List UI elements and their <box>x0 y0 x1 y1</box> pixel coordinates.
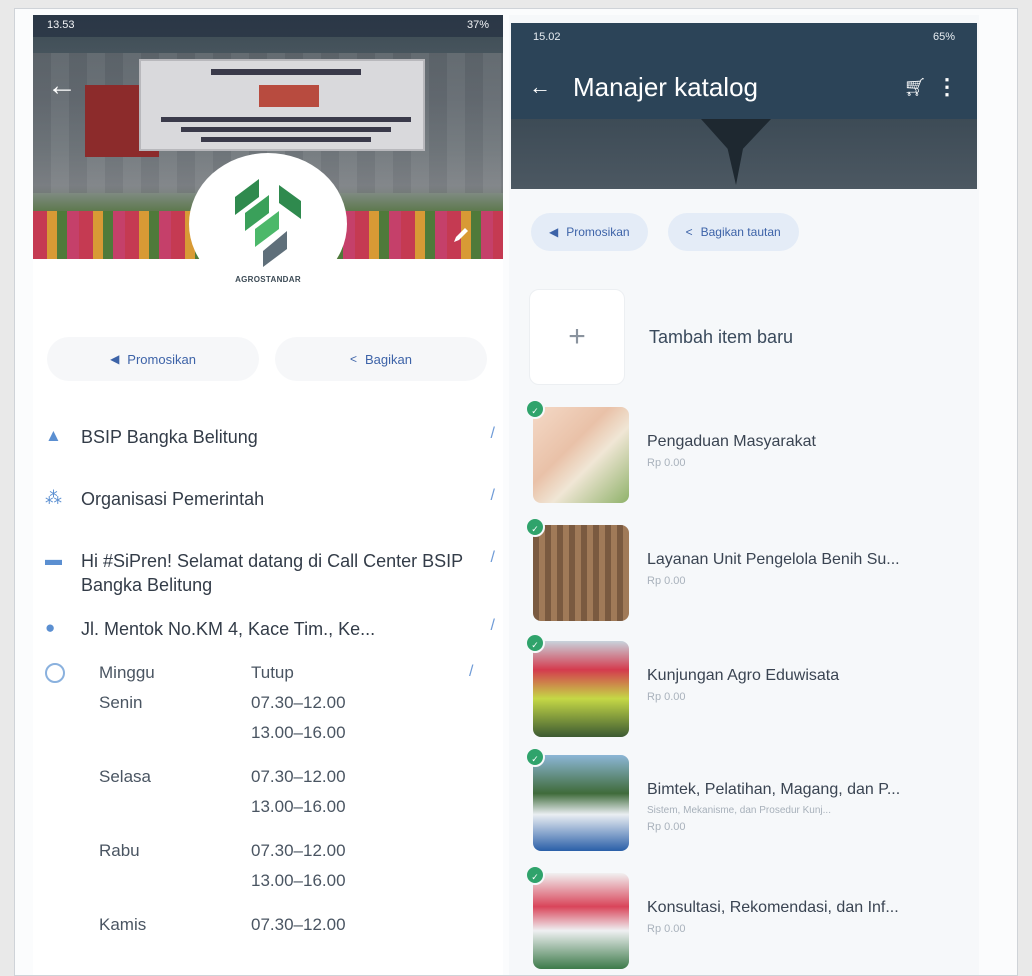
catalog-cover <box>511 119 977 189</box>
share-link-button[interactable]: < Bagikan tautan <box>667 213 799 251</box>
share-link-label: Bagikan tautan <box>700 225 781 239</box>
item-name: Bimtek, Pelatihan, Magang, dan P... <box>647 781 901 798</box>
business-category: Organisasi Pemerintah <box>81 489 265 509</box>
item-thumbnail <box>533 407 629 503</box>
agrostandar-logo-icon <box>235 179 301 267</box>
hours-row: 13.00–16.00 <box>251 871 346 890</box>
item-name: Konsultasi, Rekomendasi, dan Inf... <box>647 899 899 916</box>
hours-row: 13.00–16.00 <box>251 723 346 742</box>
cover-banner <box>139 59 425 151</box>
location-pin-icon: ● <box>45 618 56 637</box>
screenshot-frame: 13.53 37% ← AGROSTANDAR ◀ Promosikan < B… <box>14 8 1018 976</box>
status-badge: ✓ <box>525 517 545 537</box>
promote-button[interactable]: ◀ Promosikan <box>531 213 648 251</box>
status-badge: ✓ <box>525 633 545 653</box>
business-hours[interactable]: / Minggu Tutup Senin 07.30–12.00 13.00–16.… <box>45 663 495 945</box>
item-price: Rp 0.00 <box>647 923 686 935</box>
more-vert-icon[interactable]: ⋮ <box>935 74 959 100</box>
item-name: Kunjungan Agro Eduwisata <box>647 667 840 684</box>
megaphone-icon: ◀ <box>549 225 559 239</box>
catalog-manager-screen: 15.02 65% ← Manajer katalog 🛒︎ ⋮ ◀ Promo… <box>509 15 979 975</box>
business-profile-screen: 13.53 37% ← AGROSTANDAR ◀ Promosikan < B… <box>33 15 503 975</box>
profile-address-row[interactable]: ● Jl. Mentok No.KM 4, Kace Tim., Ke... / <box>45 617 495 641</box>
edit-pencil-icon[interactable]: / <box>469 549 495 567</box>
add-new-item-row[interactable]: + Tambah item baru <box>529 289 969 385</box>
catalog-item[interactable]: ✓ Konsultasi, Rekomendasi, dan Inf... Rp… <box>525 865 969 969</box>
megaphone-icon: ◀ <box>110 352 120 366</box>
plus-icon[interactable]: + <box>529 289 625 385</box>
hours-row: Kamis 07.30–12.00 <box>99 915 346 934</box>
status-time: 15.02 <box>533 31 561 43</box>
promote-label: Promosikan <box>566 225 630 239</box>
hours-row: Selasa 07.30–12.00 <box>99 767 346 786</box>
item-price: Rp 0.00 <box>647 691 686 703</box>
item-thumbnail <box>533 755 629 851</box>
person-icon: ▲ <box>45 426 62 445</box>
app-bar-title-row: ← Manajer katalog 🛒︎ ⋮ <box>511 63 977 111</box>
status-badge: ✓ <box>525 865 545 885</box>
status-bar: 15.02 65% <box>511 23 977 51</box>
business-address: Jl. Mentok No.KM 4, Kace Tim., Ke... <box>81 619 376 639</box>
edit-pencil-icon[interactable]: / <box>469 487 495 505</box>
business-name: BSIP Bangka Belitung <box>81 427 258 447</box>
item-thumbnail <box>533 873 629 969</box>
share-label: Bagikan <box>365 351 412 367</box>
profile-name-row[interactable]: ▲ BSIP Bangka Belitung / <box>45 425 495 449</box>
share-icon: < <box>350 352 358 366</box>
item-name: Layanan Unit Pengelola Benih Su... <box>647 551 900 568</box>
status-battery: 65% <box>932 31 955 43</box>
item-price: Rp 0.00 <box>647 575 686 587</box>
promote-button[interactable]: ◀ Promosikan <box>47 337 259 381</box>
hours-row: Rabu 07.30–12.00 <box>99 841 346 860</box>
catalog-item[interactable]: ✓ Layanan Unit Pengelola Benih Su... Rp … <box>525 517 969 621</box>
status-battery: 37% <box>466 19 489 31</box>
item-thumbnail <box>533 525 629 621</box>
hours-row: Minggu Tutup <box>99 663 294 682</box>
promote-label: Promosikan <box>127 351 196 367</box>
edit-pencil-icon[interactable]: / <box>469 617 495 635</box>
hours-row: 13.00–16.00 <box>251 797 346 816</box>
add-item-label: Tambah item baru <box>649 326 794 347</box>
catalog-action-row: ◀ Promosikan < Bagikan tautan <box>531 213 799 251</box>
edit-pencil-icon[interactable]: / <box>469 425 495 443</box>
profile-category-row[interactable]: ⁂ Organisasi Pemerintah / <box>45 487 495 511</box>
catalog-item[interactable]: ✓ Bimtek, Pelatihan, Magang, dan P... Si… <box>525 747 969 851</box>
back-arrow-icon[interactable]: ← <box>529 74 573 100</box>
share-button[interactable]: < Bagikan <box>275 337 487 381</box>
business-description: Hi #SiPren! Selamat datang di Call Cente… <box>81 551 463 595</box>
item-description: Sistem, Mekanisme, dan Prosedur Kunj... <box>647 805 831 816</box>
item-price: Rp 0.00 <box>647 457 686 469</box>
cart-icon[interactable]: 🛒︎ <box>895 77 935 98</box>
hours-row: Senin 07.30–12.00 <box>99 693 346 712</box>
status-badge: ✓ <box>525 399 545 419</box>
page-title: Manajer katalog <box>573 71 758 102</box>
pencil-icon[interactable] <box>451 225 471 245</box>
item-price: Rp 0.00 <box>647 821 686 833</box>
status-bar: 13.53 37% <box>33 15 503 37</box>
profile-description-row[interactable]: ▬ Hi #SiPren! Selamat datang di Call Cen… <box>45 549 495 597</box>
catalog-item[interactable]: ✓ Pengaduan Masyarakat Rp 0.00 <box>525 399 969 503</box>
profile-action-row: ◀ Promosikan < Bagikan <box>47 337 487 381</box>
status-time: 13.53 <box>47 19 75 31</box>
status-badge: ✓ <box>525 747 545 767</box>
share-icon: < <box>685 225 693 239</box>
app-bar: 15.02 65% ← Manajer katalog 🛒︎ ⋮ <box>511 23 977 189</box>
item-thumbnail <box>533 641 629 737</box>
store-icon: ▬ <box>45 550 62 569</box>
back-arrow-icon[interactable]: ← <box>47 71 77 101</box>
logo-caption: AGROSTANDAR <box>235 275 301 284</box>
profile-logo[interactable]: AGROSTANDAR <box>189 153 347 295</box>
catalog-item[interactable]: ✓ Kunjungan Agro Eduwisata Rp 0.00 <box>525 633 969 737</box>
item-name: Pengaduan Masyarakat <box>647 433 816 450</box>
category-icon: ⁂ <box>45 488 62 507</box>
